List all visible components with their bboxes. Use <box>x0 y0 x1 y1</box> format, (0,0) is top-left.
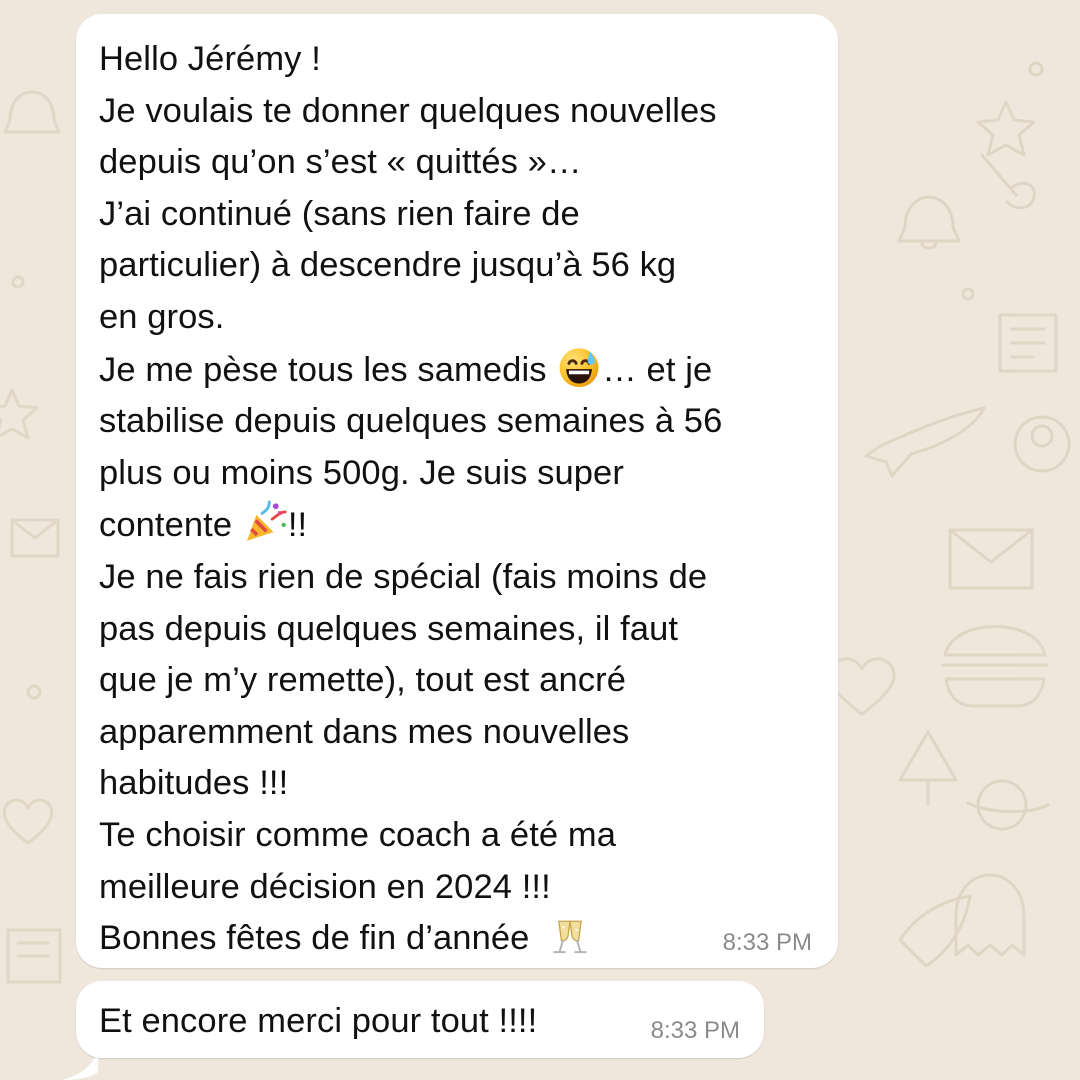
message-line: apparemment dans mes nouvelles <box>99 712 630 751</box>
message-text: Et encore merci pour tout !!!! <box>99 1002 538 1040</box>
message-text-fragment: contente <box>99 506 233 545</box>
message-line: Je me pèse tous les samedis … et je <box>99 344 722 397</box>
message-line: depuis qu’on s’est « quittés »… <box>99 143 582 182</box>
message-line: en gros. <box>99 297 225 336</box>
message-line: plus ou moins 500g. Je suis super <box>99 453 624 492</box>
message-text-fragment: !! <box>287 506 308 545</box>
message-line: meilleure décision en 2024 !!! <box>99 867 551 906</box>
message-timestamp: 8:33 PM <box>650 1017 740 1044</box>
message-text: Hello Jérémy ! Je voulais te donner quel… <box>99 34 722 965</box>
message-line: habitudes !!! <box>99 764 289 803</box>
message-line: Te choisir comme coach a été ma <box>99 815 616 854</box>
message-line: particulier) à descendre jusqu’à 56 kg <box>99 246 677 285</box>
message-text-fragment: … et je <box>602 350 713 389</box>
message-timestamp: 8:33 PM <box>722 929 812 956</box>
message-line: Je voulais te donner quelques nouvelles <box>99 91 717 130</box>
message-line: Bonnes fêtes de fin d’année <box>99 913 722 965</box>
message-line: que je m’y remette), tout est ancré <box>99 661 626 700</box>
champagne-glasses-emoji-icon <box>553 920 587 954</box>
grinning-sweat-emoji-icon <box>559 347 599 387</box>
message-line: pas depuis quelques semaines, il faut <box>99 609 679 648</box>
chat-thread: Hello Jérémy ! Je voulais te donner quel… <box>0 0 1080 1080</box>
message-line: contente !! <box>99 499 722 552</box>
message-text-fragment: Je me pèse tous les samedis <box>99 350 547 389</box>
message-text-fragment: Bonnes fêtes de fin d’année <box>99 919 530 958</box>
message-line: Hello Jérémy ! <box>99 40 321 78</box>
message-line: J’ai continué (sans rien faire de <box>99 194 580 233</box>
message-line: Je ne fais rien de spécial (fais moins d… <box>99 557 708 596</box>
message-bubble-2[interactable]: Et encore merci pour tout !!!! 8:33 PM <box>76 981 764 1058</box>
message-line: stabilise depuis quelques semaines à 56 <box>99 402 723 441</box>
party-popper-emoji-icon <box>246 500 287 542</box>
message-bubble-1[interactable]: Hello Jérémy ! Je voulais te donner quel… <box>76 14 838 968</box>
